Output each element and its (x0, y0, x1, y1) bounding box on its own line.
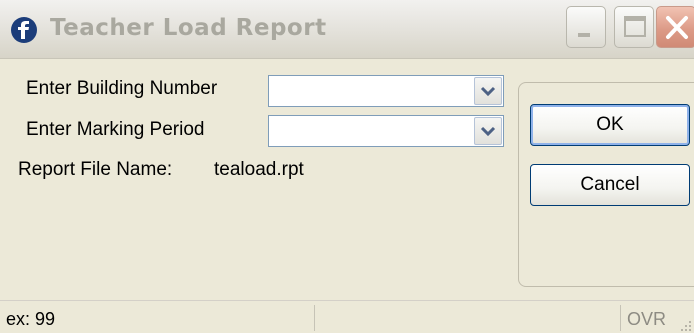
status-hint: ex: 99 (6, 309, 56, 329)
ok-button[interactable]: OK (530, 104, 690, 146)
marking-period-label: Enter Marking Period (26, 119, 205, 140)
close-icon (666, 16, 688, 39)
minimize-icon (578, 33, 590, 37)
window-title: Teacher Load Report (50, 15, 327, 41)
status-divider (620, 305, 621, 331)
status-bar: ex: 99 OVR (0, 300, 694, 333)
report-file-label: Report File Name: (18, 159, 173, 180)
dialog-body: Enter Building Number Enter Marking Peri… (0, 59, 694, 333)
building-dropdown-button[interactable] (474, 77, 502, 105)
building-number-select[interactable] (268, 75, 504, 107)
marking-dropdown-button[interactable] (474, 117, 502, 145)
marking-period-select[interactable] (268, 115, 504, 147)
title-bar[interactable]: Teacher Load Report (0, 0, 694, 59)
chevron-down-icon (480, 126, 496, 137)
report-file-value: teaload.rpt (214, 159, 304, 180)
building-number-label: Enter Building Number (26, 78, 218, 99)
status-divider (314, 305, 315, 331)
chevron-down-icon (480, 86, 496, 97)
close-button[interactable] (656, 6, 694, 48)
cancel-button[interactable]: Cancel (530, 164, 690, 206)
maximize-icon (624, 16, 646, 37)
maximize-button[interactable] (614, 6, 654, 48)
resize-grip-icon[interactable] (680, 320, 692, 332)
app-logo-icon[interactable] (10, 16, 38, 44)
teacher-load-report-window: Teacher Load Report Enter Building Numbe… (0, 0, 694, 333)
minimize-button[interactable] (566, 6, 606, 48)
overwrite-mode-indicator: OVR (627, 309, 667, 329)
